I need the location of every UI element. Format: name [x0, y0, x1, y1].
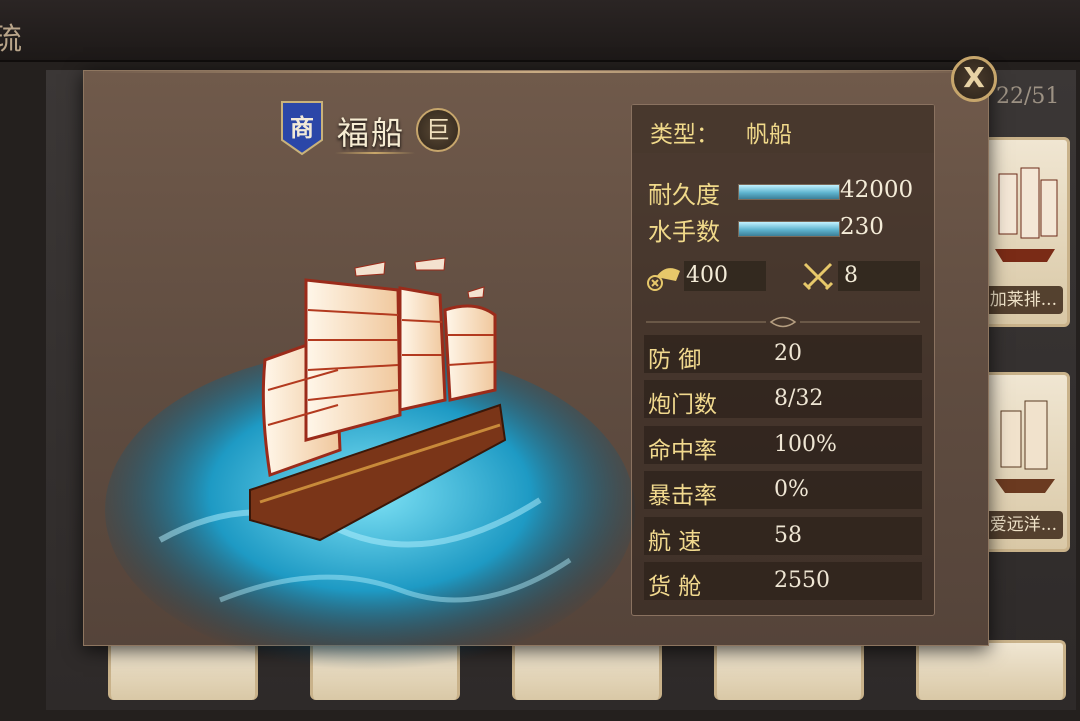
melee-value-box: 8 — [838, 261, 920, 291]
close-button[interactable]: X — [951, 56, 997, 102]
durability-value: 42000 — [840, 177, 914, 203]
stat-label: 航 速 — [648, 529, 702, 555]
stat-row-defense: 防 御 20 — [644, 335, 922, 373]
ship-size-badge: 巨 — [416, 108, 460, 152]
stat-label: 暴击率 — [648, 483, 717, 509]
stat-label: 防 御 — [648, 347, 702, 373]
stat-value: 58 — [774, 523, 802, 548]
durability-label: 耐久度 — [648, 181, 720, 209]
cannon-value-box: 400 — [684, 261, 766, 291]
stat-value: 2550 — [774, 568, 830, 593]
ship-card-label: 加莱排... — [981, 286, 1063, 314]
crew-bar — [738, 221, 840, 237]
melee-value: 8 — [844, 263, 858, 288]
cannon-icon — [647, 268, 680, 291]
stat-value: 100% — [774, 432, 837, 457]
durability-bar — [738, 184, 840, 200]
stat-value: 20 — [774, 341, 802, 366]
ship-thumbnail-icon — [995, 167, 1058, 262]
ship-card-right-1[interactable]: 加莱排... — [978, 137, 1070, 327]
ship-card-bottom-4[interactable] — [714, 640, 864, 700]
stat-label: 命中率 — [648, 438, 717, 464]
top-bar: 琉 — [0, 0, 1080, 62]
stat-label: 货 舱 — [648, 574, 702, 600]
stat-value: 0% — [774, 477, 809, 502]
ship-type-row: 类型： 帆船 — [632, 105, 934, 153]
ship-card-label: 爱远洋... — [981, 511, 1063, 539]
ship-type-value: 帆船 — [746, 122, 792, 148]
stat-value: 8/32 — [774, 386, 824, 411]
ornament-divider — [646, 316, 920, 328]
crossed-swords-icon — [802, 262, 834, 291]
top-bar-title-fragment: 琉 — [0, 22, 22, 57]
crew-row: 水手数 230 — [648, 212, 928, 246]
crew-label: 水手数 — [648, 218, 720, 246]
category-badge-label: 商 — [290, 113, 314, 142]
ship-name: 福船 — [337, 114, 406, 152]
ship-preview-image — [105, 257, 635, 670]
stat-row-accuracy: 命中率 100% — [644, 426, 922, 464]
stat-row-cargo: 货 舱 2550 — [644, 562, 922, 600]
ship-card-right-2[interactable]: 爱远洋... — [978, 372, 1070, 552]
ship-type-label: 类型： — [650, 122, 719, 148]
ship-count: 22/51 — [996, 84, 1060, 109]
stat-row-gunports: 炮门数 8/32 — [644, 380, 922, 418]
stat-row-critical: 暴击率 0% — [644, 471, 922, 509]
merchant-category-badge: 商 — [280, 100, 324, 156]
durability-row: 耐久度 42000 — [648, 175, 928, 209]
ship-card-bottom-5[interactable] — [916, 640, 1066, 700]
stat-row-speed: 航 速 58 — [644, 517, 922, 555]
ship-thumbnail-icon — [995, 400, 1055, 493]
crew-value: 230 — [840, 214, 884, 240]
title-underline — [335, 152, 415, 154]
stat-label: 炮门数 — [648, 392, 717, 418]
ship-stats-panel: 类型： 帆船 耐久度 42000 水手数 230 400 8 防 御 20 炮门… — [631, 104, 935, 616]
crew-bar-fill — [739, 222, 839, 236]
durability-bar-fill — [739, 185, 839, 199]
cannon-value: 400 — [686, 263, 728, 288]
